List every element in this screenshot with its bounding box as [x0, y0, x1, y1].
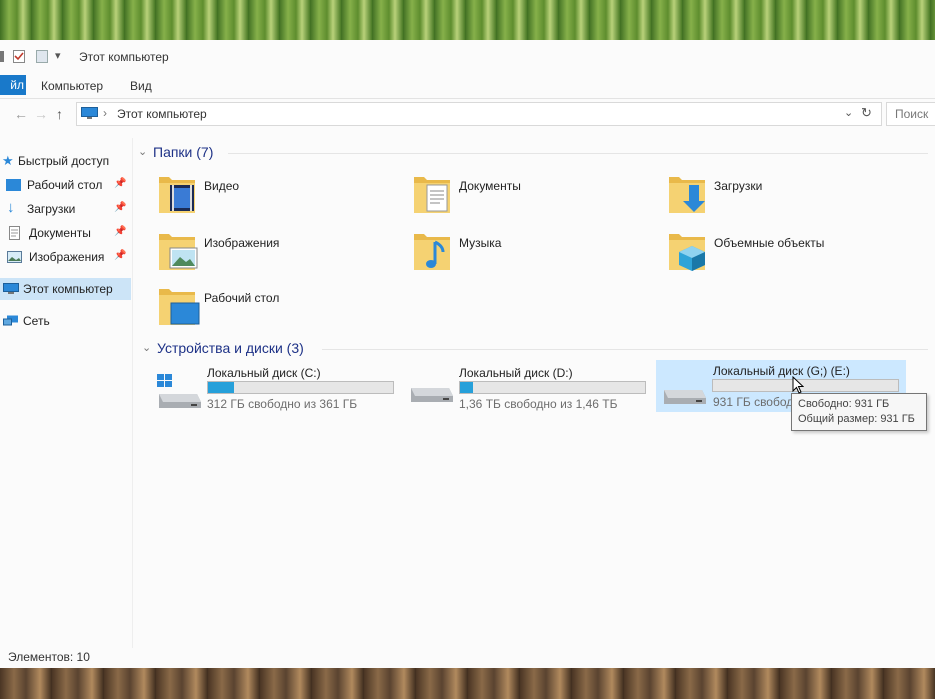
sidebar-item-this-pc[interactable]: Этот компьютер: [0, 278, 131, 300]
drive-c[interactable]: Локальный диск (C:) 312 ГБ свободно из 3…: [157, 366, 397, 412]
sidebar-item-label: Этот компьютер: [23, 282, 113, 296]
folder-3d-objects[interactable]: Объемные объекты: [668, 228, 868, 278]
explorer-window: ▾ Этот компьютер йл Компьютер Вид ← → ↑ …: [0, 40, 935, 668]
properties-icon[interactable]: [0, 50, 12, 63]
breadcrumb-chevron-icon[interactable]: ›: [103, 106, 107, 120]
ribbon: йл Компьютер Вид: [0, 72, 935, 99]
collapse-chevron-icon[interactable]: ⌄: [138, 145, 147, 158]
back-arrow-icon[interactable]: ←: [14, 106, 28, 122]
folder-label: Загрузки: [714, 179, 763, 193]
video-folder-icon: [159, 177, 195, 213]
computer-icon: [3, 283, 19, 294]
folder-pictures[interactable]: Изображения: [158, 228, 358, 278]
desktop-folder-icon: [159, 289, 200, 325]
address-path: Этот компьютер: [117, 107, 207, 121]
new-folder-icon[interactable]: [36, 50, 48, 63]
drive-tooltip: Свободно: 931 ГБ Общий размер: 931 ГБ: [791, 393, 927, 431]
sidebar-item-quick-access[interactable]: ★ Быстрый доступ: [0, 150, 131, 172]
pin-icon[interactable]: 📌: [114, 202, 126, 213]
sidebar-item-documents[interactable]: Документы 📌: [0, 222, 131, 244]
window-title: Этот компьютер: [79, 50, 169, 64]
tooltip-free: Свободно: 931 ГБ: [798, 398, 890, 410]
computer-icon: [81, 107, 98, 119]
downloads-folder-icon: [669, 177, 705, 213]
drive-free-space: 312 ГБ свободно из 361 ГБ: [207, 397, 358, 411]
pin-icon[interactable]: 📌: [114, 250, 126, 261]
document-icon: [9, 226, 20, 240]
sidebar-item-network[interactable]: Сеть: [0, 310, 131, 332]
quick-access-dropdown-icon[interactable]: ▾: [55, 49, 61, 62]
title-bar: ▾ Этот компьютер: [0, 40, 935, 72]
sidebar-item-downloads[interactable]: ↓ Загрузки 📌: [0, 198, 131, 220]
pin-icon[interactable]: 📌: [114, 226, 126, 237]
folders-group-header[interactable]: Папки (7): [153, 144, 213, 160]
download-arrow-icon: ↓: [7, 199, 15, 216]
drive-d[interactable]: Локальный диск (D:) 1,36 ТБ свободно из …: [409, 366, 649, 412]
sidebar-item-label: Быстрый доступ: [18, 154, 110, 168]
folder-video[interactable]: Видео: [158, 171, 358, 221]
desktop-wallpaper-bottom: [0, 668, 935, 699]
drive-name: Локальный диск (G;) (E:): [713, 364, 850, 378]
folder-label: Изображения: [204, 236, 280, 250]
up-arrow-icon[interactable]: ↑: [56, 106, 63, 122]
music-folder-icon: [414, 234, 450, 270]
folder-downloads[interactable]: Загрузки: [668, 171, 868, 221]
picture-icon: [7, 251, 22, 263]
folder-label: Рабочий стол: [204, 291, 280, 305]
drives-group-header[interactable]: Устройства и диски (3): [157, 340, 304, 356]
mouse-cursor-icon: [792, 376, 804, 394]
address-bar[interactable]: › Этот компьютер ⌄ ↻: [76, 102, 882, 126]
hard-drive-icon: [664, 390, 706, 404]
address-dropdown-icon[interactable]: ⌄: [844, 106, 853, 119]
star-icon: ★: [2, 153, 14, 168]
3d-objects-folder-icon: [669, 234, 705, 271]
sidebar-item-label: Документы: [29, 226, 91, 240]
drive-usage-bar: [712, 379, 899, 392]
tab-file[interactable]: йл: [0, 75, 26, 95]
pin-icon[interactable]: 📌: [114, 178, 126, 189]
group-divider: [228, 153, 928, 154]
drive-name: Локальный диск (D:): [459, 366, 573, 380]
collapse-chevron-icon[interactable]: ⌄: [142, 341, 151, 354]
sidebar-item-label: Изображения: [29, 250, 105, 264]
sidebar-item-label: Рабочий стол: [27, 178, 103, 192]
folder-label: Музыка: [459, 236, 502, 250]
folder-label: Объемные объекты: [714, 236, 825, 250]
system-drive-icon: [157, 374, 201, 408]
drive-usage-fill: [460, 382, 473, 393]
desktop-wallpaper-top: [0, 0, 935, 42]
drive-free-space: 1,36 ТБ свободно из 1,46 ТБ: [459, 397, 618, 411]
drive-usage-fill: [208, 382, 234, 393]
drive-name: Локальный диск (C:): [207, 366, 321, 380]
group-divider: [322, 349, 928, 350]
navigation-bar: ← → ↑ › Этот компьютер ⌄ ↻ Поиск: [0, 98, 935, 130]
drive-usage-bar: [207, 381, 394, 394]
forward-arrow-icon[interactable]: →: [34, 106, 48, 122]
sidebar-item-pictures[interactable]: Изображения 📌: [0, 246, 131, 268]
navigation-pane: ★ Быстрый доступ Рабочий стол 📌 ↓ Загруз…: [0, 138, 133, 648]
folder-label: Документы: [459, 179, 521, 193]
pictures-folder-icon: [159, 234, 198, 270]
folder-label: Видео: [204, 179, 240, 193]
folder-documents[interactable]: Документы: [413, 171, 613, 221]
tab-view[interactable]: Вид: [130, 79, 152, 93]
tooltip-total: Общий размер: 931 ГБ: [798, 413, 915, 425]
refresh-icon[interactable]: ↻: [861, 105, 872, 121]
sidebar-item-desktop[interactable]: Рабочий стол 📌: [0, 174, 131, 196]
folder-desktop[interactable]: Рабочий стол: [158, 283, 358, 333]
documents-folder-icon: [414, 177, 450, 213]
sidebar-item-label: Загрузки: [27, 202, 76, 216]
search-placeholder: Поиск: [895, 107, 929, 121]
sidebar-item-label: Сеть: [23, 314, 50, 328]
folder-music[interactable]: Музыка: [413, 228, 613, 278]
item-count: Элементов: 10: [8, 650, 90, 664]
network-icon: [3, 315, 18, 326]
search-input[interactable]: Поиск: [886, 102, 935, 126]
checklist-icon[interactable]: [13, 50, 25, 63]
desktop-icon: [6, 179, 21, 191]
drive-usage-bar: [459, 381, 646, 394]
tab-computer[interactable]: Компьютер: [41, 79, 103, 93]
hard-drive-icon: [411, 388, 453, 402]
status-bar: Элементов: 10: [0, 648, 935, 668]
